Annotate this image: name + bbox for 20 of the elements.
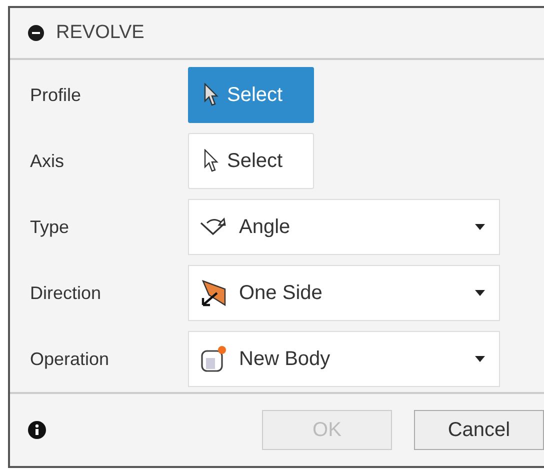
select-button[interactable]: Select [188,67,314,123]
dropdown[interactable]: Angle [188,199,500,255]
dropdown[interactable]: New Body [188,331,500,387]
field-label: Operation [29,348,110,370]
info-icon[interactable] [28,421,46,439]
new-body-icon [199,345,229,373]
cursor-icon [203,83,219,107]
field-label: Axis [29,150,66,172]
dropdown[interactable]: One Side [188,265,500,321]
select-button[interactable]: Select [188,133,314,189]
caret-icon [475,224,485,230]
field-label: Profile [29,84,82,106]
caret-icon [475,290,485,296]
field-label: Direction [29,282,102,304]
field-label: Type [29,216,70,238]
cancel-button[interactable]: Cancel [414,410,544,450]
cursor-icon [203,149,219,173]
caret-icon [475,356,485,362]
window-title: REVOLVE [56,22,144,44]
collapse-icon[interactable] [28,25,44,41]
